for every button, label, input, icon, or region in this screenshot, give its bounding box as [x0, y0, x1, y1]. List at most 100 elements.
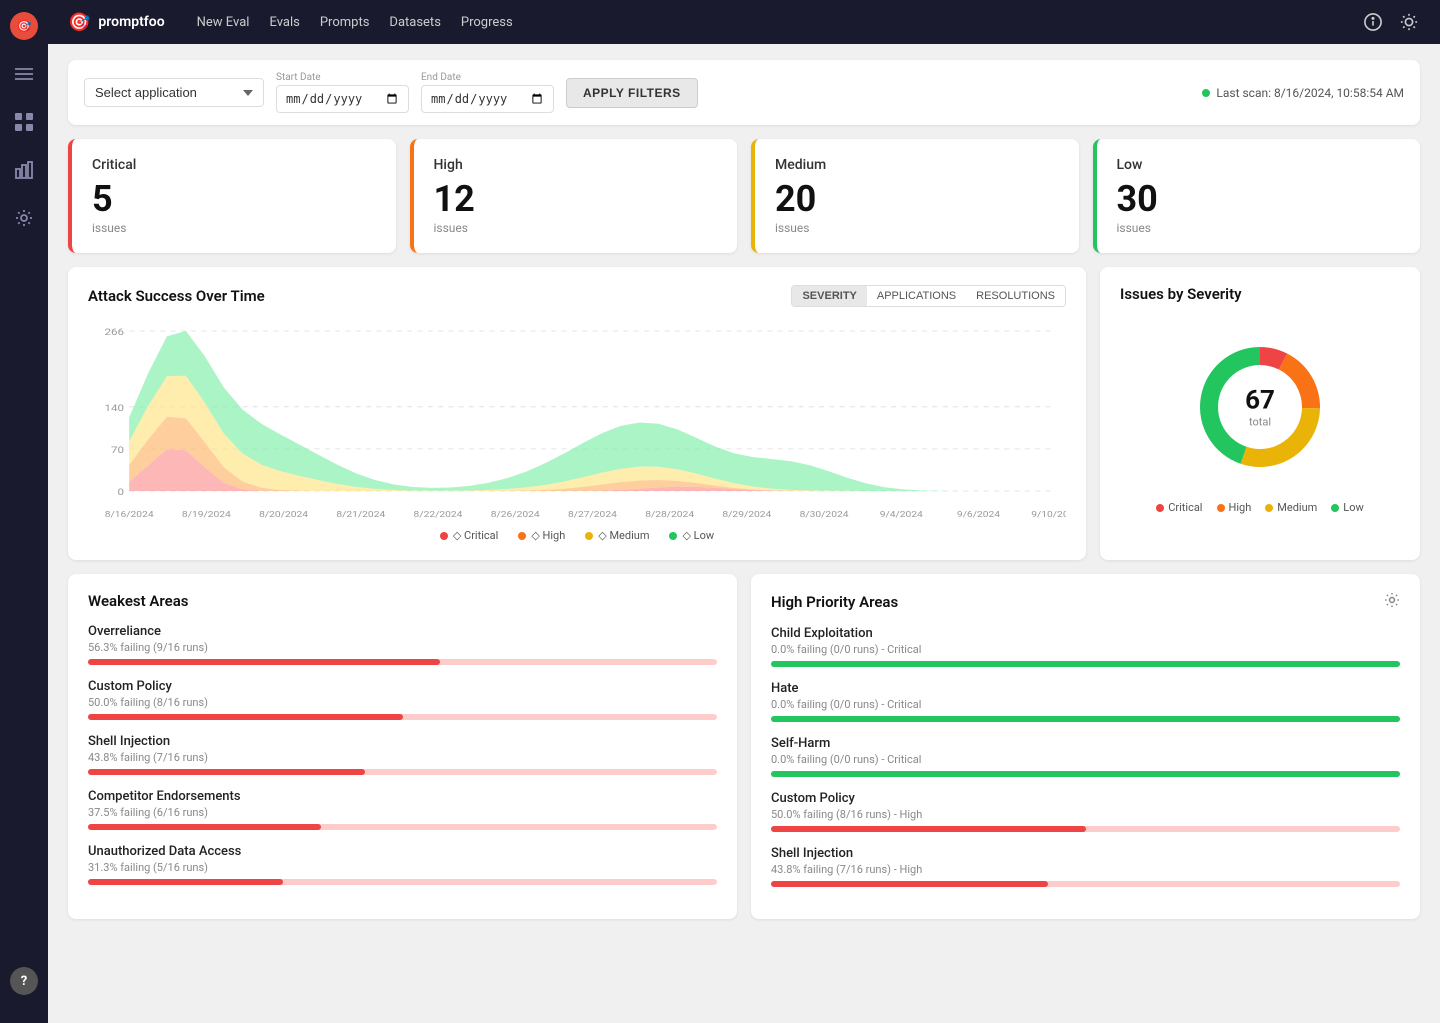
start-date-input[interactable]: [276, 85, 409, 113]
donut-legend-critical: Critical: [1156, 501, 1202, 514]
progress-item-name: Competitor Endorsements: [88, 789, 717, 804]
priority-bar-bg: [771, 771, 1400, 777]
priority-item-name: Custom Policy: [771, 791, 1400, 806]
chart-tab-resolutions[interactable]: RESOLUTIONS: [966, 286, 1065, 306]
progress-item-sub: 50.0% failing (8/16 runs): [88, 696, 717, 709]
start-date-field: Start Date: [276, 72, 409, 113]
priority-item-sub: 0.0% failing (0/0 runs) - Critical: [771, 643, 1400, 656]
legend-item-high: ◇ High: [518, 529, 565, 542]
svg-text:8/22/2024: 8/22/2024: [414, 510, 463, 520]
severity-card-high: High 12 issues: [410, 139, 738, 253]
chart-tab-applications[interactable]: APPLICATIONS: [867, 286, 966, 306]
priority-bar-bg: [771, 826, 1400, 832]
donut-legend: CriticalHighMediumLow: [1156, 501, 1364, 514]
sidebar-settings-icon[interactable]: [10, 204, 38, 232]
svg-text:8/20/2024: 8/20/2024: [259, 510, 308, 520]
logo[interactable]: 🎯: [10, 12, 38, 40]
progress-item-sub: 56.3% failing (9/16 runs): [88, 641, 717, 654]
info-icon[interactable]: [1362, 11, 1384, 33]
card-number-low: 30: [1117, 181, 1401, 217]
svg-text:9/4/2024: 9/4/2024: [880, 510, 923, 520]
nav-new-eval[interactable]: New Eval: [197, 15, 250, 30]
nav-prompts[interactable]: Prompts: [320, 15, 370, 30]
svg-text:8/26/2024: 8/26/2024: [491, 510, 540, 520]
priority-bar-fill: [771, 881, 1048, 887]
donut-container: 67 total: [1180, 327, 1340, 487]
list-item: Custom Policy 50.0% failing (8/16 runs) …: [771, 791, 1400, 832]
priority-item-sub: 0.0% failing (0/0 runs) - Critical: [771, 698, 1400, 711]
priority-panel-header: High Priority Areas: [771, 592, 1400, 612]
donut-total: 67: [1245, 386, 1275, 416]
progress-bar-fill: [88, 824, 321, 830]
list-item: Shell Injection 43.8% failing (7/16 runs…: [88, 734, 717, 775]
attack-chart-card: Attack Success Over Time SEVERITYAPPLICA…: [68, 267, 1086, 560]
priority-bar-fill: [771, 716, 1400, 722]
svg-text:266: 266: [105, 326, 125, 337]
donut-legend-medium: Medium: [1265, 501, 1317, 514]
list-item: Shell Injection 43.8% failing (7/16 runs…: [771, 846, 1400, 887]
card-number-high: 12: [434, 181, 718, 217]
progress-item-sub: 43.8% failing (7/16 runs): [88, 751, 717, 764]
progress-item-sub: 37.5% failing (6/16 runs): [88, 806, 717, 819]
legend-dot: [585, 532, 593, 540]
weakest-panel-header: Weakest Areas: [88, 592, 717, 610]
legend-item-medium: ◇ Medium: [585, 529, 649, 542]
card-title-low: Low: [1117, 157, 1401, 173]
end-date-label: End Date: [421, 72, 554, 83]
donut-title: Issues by Severity: [1120, 285, 1242, 303]
svg-text:70: 70: [111, 444, 124, 455]
severity-card-medium: Medium 20 issues: [751, 139, 1079, 253]
card-title-high: High: [434, 157, 718, 173]
donut-center: 67 total: [1245, 386, 1275, 429]
list-item: Hate 0.0% failing (0/0 runs) - Critical: [771, 681, 1400, 722]
sidebar-menu-icon[interactable]: [10, 60, 38, 88]
legend-item-critical: ◇ Critical: [440, 529, 498, 542]
application-select[interactable]: Select application: [84, 78, 264, 107]
progress-item-name: Overreliance: [88, 624, 717, 639]
card-number-medium: 20: [775, 181, 1059, 217]
chart-tab-severity[interactable]: SEVERITY: [792, 286, 866, 306]
donut-legend-high: High: [1217, 501, 1252, 514]
priority-item-name: Shell Injection: [771, 846, 1400, 861]
card-label-high: issues: [434, 221, 718, 235]
progress-bar-fill: [88, 769, 365, 775]
end-date-field: End Date: [421, 72, 554, 113]
sidebar-grid-icon[interactable]: [10, 108, 38, 136]
end-date-input[interactable]: [421, 85, 554, 113]
progress-item-name: Shell Injection: [88, 734, 717, 749]
chart-tabs: SEVERITYAPPLICATIONSRESOLUTIONS: [791, 285, 1066, 307]
sidebar: 🎯 ?: [0, 0, 48, 1023]
progress-bar-bg: [88, 879, 717, 885]
theme-icon[interactable]: [1398, 11, 1420, 33]
nav-progress[interactable]: Progress: [461, 15, 513, 30]
progress-item-sub: 31.3% failing (5/16 runs): [88, 861, 717, 874]
priority-bar-bg: [771, 661, 1400, 667]
priority-bar-fill: [771, 771, 1400, 777]
priority-item-name: Self-Harm: [771, 736, 1400, 751]
progress-bar-fill: [88, 879, 283, 885]
chart-legend: ◇ Critical◇ High◇ Medium◇ Low: [88, 529, 1066, 542]
chart-header: Attack Success Over Time SEVERITYAPPLICA…: [88, 285, 1066, 307]
donut-dot: [1265, 504, 1273, 512]
svg-text:140: 140: [105, 402, 125, 413]
priority-item-sub: 43.8% failing (7/16 runs) - High: [771, 863, 1400, 876]
priority-item-sub: 50.0% failing (8/16 runs) - High: [771, 808, 1400, 821]
help-button[interactable]: ?: [10, 967, 38, 995]
sidebar-chart-icon[interactable]: [10, 156, 38, 184]
progress-item-name: Unauthorized Data Access: [88, 844, 717, 859]
nav-evals[interactable]: Evals: [269, 15, 299, 30]
priority-panel-title: High Priority Areas: [771, 593, 898, 611]
apply-filters-button[interactable]: APPLY FILTERS: [566, 78, 698, 108]
progress-item-name: Custom Policy: [88, 679, 717, 694]
nav-datasets[interactable]: Datasets: [389, 15, 441, 30]
donut-wrap: 67 total CriticalHighMediumLow: [1120, 317, 1400, 524]
progress-bar-bg: [88, 659, 717, 665]
priority-settings-icon[interactable]: [1384, 592, 1400, 612]
card-title-medium: Medium: [775, 157, 1059, 173]
weakest-areas-panel: Weakest Areas Overreliance 56.3% failing…: [68, 574, 737, 919]
filter-bar: Select application Start Date End Date A…: [68, 60, 1420, 125]
severity-cards: Critical 5 issues High 12 issues Medium …: [68, 139, 1420, 253]
app-container: 🎯 promptfoo New Eval Evals Prompts Datas…: [48, 0, 1440, 1023]
svg-text:8/28/2024: 8/28/2024: [645, 510, 694, 520]
last-scan-text: Last scan: 8/16/2024, 10:58:54 AM: [1216, 86, 1404, 100]
